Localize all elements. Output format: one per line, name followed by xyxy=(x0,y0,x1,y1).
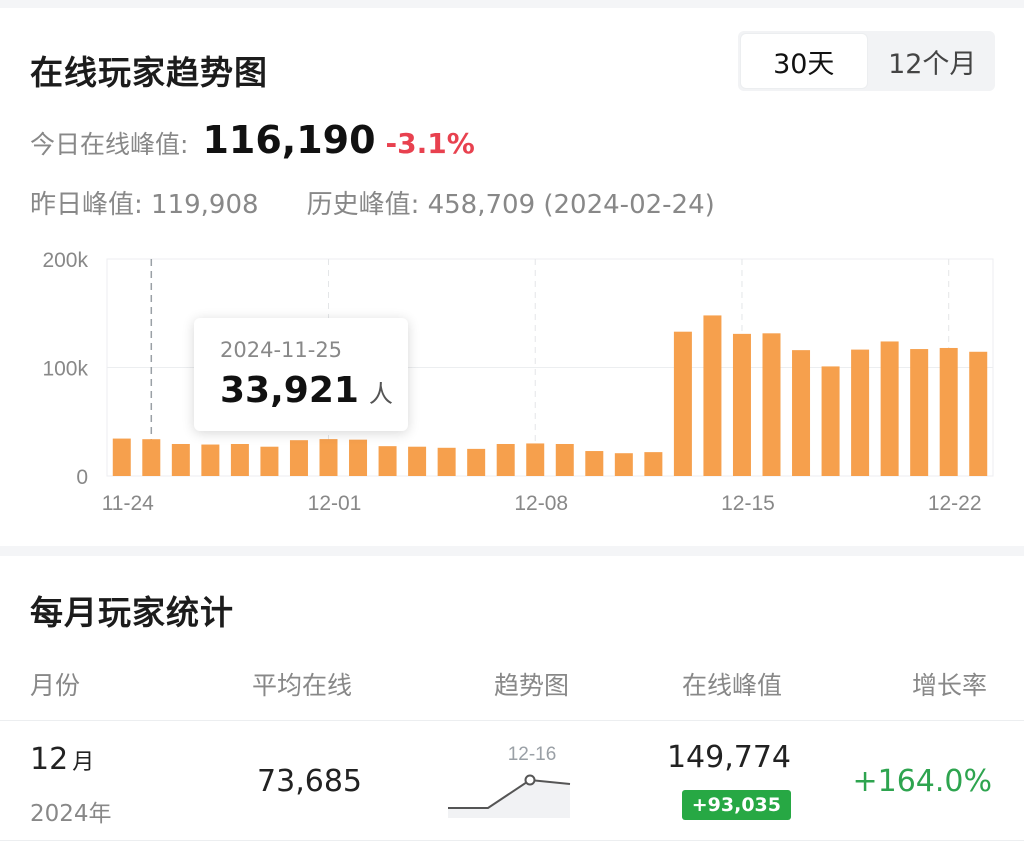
bar-11-27 xyxy=(201,444,220,476)
tab-30-days[interactable]: 30天 xyxy=(740,33,868,89)
monthly-title: 每月玩家统计 xyxy=(30,593,234,632)
bar-11-29 xyxy=(260,446,279,476)
bar-12-16 xyxy=(762,333,781,476)
x-tick-label: 12-08 xyxy=(514,492,568,515)
bar-12-08 xyxy=(526,443,545,476)
bar-12-21 xyxy=(910,349,929,476)
bar-12-18 xyxy=(821,366,840,476)
peak-summary: 昨日峰值: 119,908 历史峰值: 458,709 (2024-02-24) xyxy=(30,184,763,221)
bar-11-26 xyxy=(171,443,190,476)
row-avg-online: 73,685 xyxy=(257,764,362,799)
bar-11-30 xyxy=(289,440,308,476)
bar-11-24 xyxy=(112,438,131,476)
x-tick-label: 12-01 xyxy=(308,492,362,515)
bar-12-19 xyxy=(851,349,870,476)
bar-12-22 xyxy=(939,347,958,476)
y-tick-label: 200k xyxy=(42,249,88,272)
table-row[interactable]: 12 月 2024年 73,685 12-16 149,774 +93,035 +… xyxy=(0,728,1024,840)
today-peak-label: 今日在线峰值: xyxy=(30,130,189,159)
bar-11-25 xyxy=(142,439,161,476)
header-growth: 增长率 xyxy=(912,671,988,700)
bar-12-12 xyxy=(644,452,663,476)
trend-title: 在线玩家趋势图 xyxy=(30,53,268,92)
header-month: 月份 xyxy=(30,671,81,700)
y-tick-label: 100k xyxy=(42,358,88,381)
y-tick-label: 0 xyxy=(76,466,88,489)
history-peak: 历史峰值: 458,709 (2024-02-24) xyxy=(307,184,715,221)
header-divider xyxy=(0,720,1024,721)
yesterday-peak-value: 119,908 xyxy=(151,190,259,220)
bar-12-02 xyxy=(349,439,368,476)
header-peak: 在线峰值 xyxy=(682,671,783,700)
bar-12-13 xyxy=(673,331,692,476)
yesterday-peak: 昨日峰值: 119,908 xyxy=(30,184,259,221)
tooltip-value: 33,921 xyxy=(220,370,359,411)
bar-12-10 xyxy=(585,451,604,476)
tab-12-months[interactable]: 12个月 xyxy=(870,31,996,91)
row-divider xyxy=(0,840,1024,841)
bar-12-15 xyxy=(732,333,751,476)
bar-12-05 xyxy=(437,447,456,476)
header-avg: 平均在线 xyxy=(252,671,353,700)
x-tick-label: 12-15 xyxy=(721,492,775,515)
row-sparkline: 12-16 xyxy=(448,744,571,818)
history-peak-label: 历史峰值: xyxy=(306,190,420,220)
table-header: 月份 平均在线 趋势图 在线峰值 增长率 xyxy=(0,666,1024,706)
header-trend: 趋势图 xyxy=(494,671,570,700)
tooltip-date: 2024-11-25 xyxy=(220,338,343,362)
bar-12-09 xyxy=(555,443,574,476)
bar-12-01 xyxy=(319,439,338,476)
row-year: 2024年 xyxy=(30,801,112,827)
bar-12-03 xyxy=(378,446,397,476)
today-peak-change: -3.1% xyxy=(385,127,475,160)
row-peak-online: 149,774 xyxy=(666,740,791,775)
sparkline-marker xyxy=(524,774,536,786)
online-players-bar-chart[interactable]: 0 100k 200k 11-24 12-01 12-08 12-15 12-22 xyxy=(0,244,1024,524)
row-month: 12 月 xyxy=(30,742,95,777)
bar-12-23 xyxy=(969,351,988,476)
today-peak: 今日在线峰值: 116,190 -3.1% xyxy=(30,118,475,162)
bar-12-14 xyxy=(703,315,722,476)
row-growth-rate: +164.0% xyxy=(852,764,992,799)
bar-12-06 xyxy=(467,448,486,476)
yesterday-peak-label: 昨日峰值: xyxy=(30,190,143,220)
range-switch: 30天 12个月 xyxy=(738,31,995,91)
sparkline-label: 12-16 xyxy=(508,744,557,765)
tooltip-unit: 人 xyxy=(368,380,393,408)
chart-tooltip: 2024-11-25 33,921 人 xyxy=(194,318,408,431)
bar-12-17 xyxy=(792,350,811,476)
bar-12-11 xyxy=(614,453,633,476)
monthly-stats-card: 每月玩家统计 月份 平均在线 趋势图 在线峰值 增长率 12 月 2024年 73… xyxy=(0,556,1024,849)
today-peak-value: 116,190 xyxy=(202,118,376,162)
row-peak-delta-badge: +93,035 xyxy=(681,790,791,820)
x-tick-label: 12-22 xyxy=(928,492,982,515)
bar-11-28 xyxy=(230,443,249,476)
x-tick-label: 11-24 xyxy=(102,492,154,515)
bar-12-07 xyxy=(496,443,515,476)
history-peak-value: 458,709 (2024-02-24) xyxy=(427,190,715,220)
bar-12-04 xyxy=(408,446,427,476)
bar-12-20 xyxy=(880,341,899,476)
